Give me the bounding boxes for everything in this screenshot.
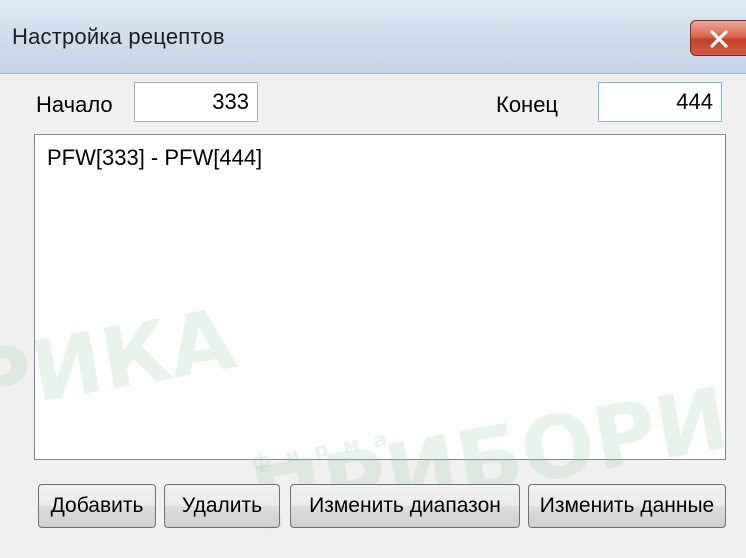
window-title: Настройка рецептов: [12, 24, 225, 49]
recipe-listbox[interactable]: PFW[333] - PFW[444]: [34, 134, 726, 460]
close-x-icon: [710, 30, 728, 48]
start-label: Начало: [36, 92, 113, 117]
list-item[interactable]: PFW[333] - PFW[444]: [47, 145, 262, 171]
change-range-button[interactable]: Изменить диапазон: [290, 484, 520, 528]
change-data-button[interactable]: Изменить данные: [528, 484, 726, 528]
start-input[interactable]: 333: [134, 82, 258, 122]
title-bar: Настройка рецептов: [0, 0, 746, 74]
delete-button[interactable]: Удалить: [164, 484, 280, 528]
close-button[interactable]: [690, 20, 746, 56]
add-button[interactable]: Добавить: [38, 484, 156, 528]
end-input[interactable]: 444: [598, 82, 722, 122]
end-label: Конец: [496, 92, 559, 117]
